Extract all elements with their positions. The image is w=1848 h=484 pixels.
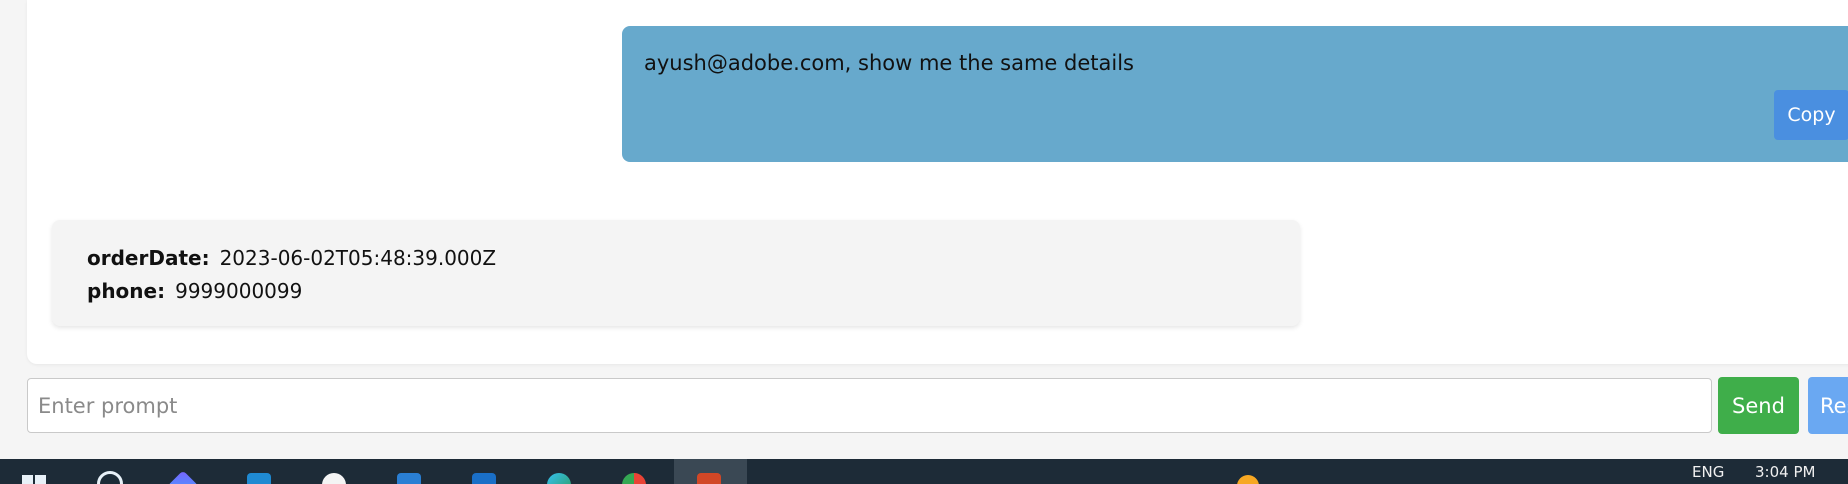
- slack-icon[interactable]: [322, 473, 346, 484]
- weather-icon[interactable]: [1237, 475, 1259, 484]
- store-icon[interactable]: [397, 473, 421, 484]
- response-row-order-date: orderDate: 2023-06-02T05:48:39.000Z: [87, 246, 496, 270]
- search-icon[interactable]: [97, 471, 123, 484]
- app-icon[interactable]: [697, 473, 721, 484]
- taskbar: ENG 3:04 PM: [0, 459, 1848, 484]
- windows-start-icon[interactable]: [22, 475, 46, 484]
- vscode-icon[interactable]: [247, 473, 271, 484]
- reset-button[interactable]: Res: [1808, 377, 1848, 434]
- response-bubble: orderDate: 2023-06-02T05:48:39.000Z phone…: [52, 220, 1300, 326]
- user-message-text: ayush@adobe.com, show me the same detail…: [644, 51, 1134, 75]
- edge-icon[interactable]: [547, 473, 571, 484]
- response-row-phone: phone: 9999000099: [87, 279, 302, 303]
- user-message-bubble: ayush@adobe.com, show me the same detail…: [622, 26, 1848, 162]
- field-value: 2023-06-02T05:48:39.000Z: [219, 246, 497, 270]
- field-key: orderDate:: [87, 246, 210, 270]
- copy-button[interactable]: Copy: [1774, 90, 1848, 140]
- send-button[interactable]: Send: [1718, 377, 1799, 434]
- field-key: phone:: [87, 279, 166, 303]
- field-value: 9999000099: [175, 279, 303, 303]
- chrome-icon[interactable]: [622, 473, 646, 484]
- language-indicator[interactable]: ENG: [1692, 463, 1724, 481]
- copilot-icon[interactable]: [167, 470, 199, 484]
- app-window: ayush@adobe.com, show me the same detail…: [0, 0, 1848, 484]
- prompt-input[interactable]: [27, 378, 1712, 433]
- clock-time[interactable]: 3:04 PM: [1755, 463, 1815, 481]
- outlook-icon[interactable]: [472, 473, 496, 484]
